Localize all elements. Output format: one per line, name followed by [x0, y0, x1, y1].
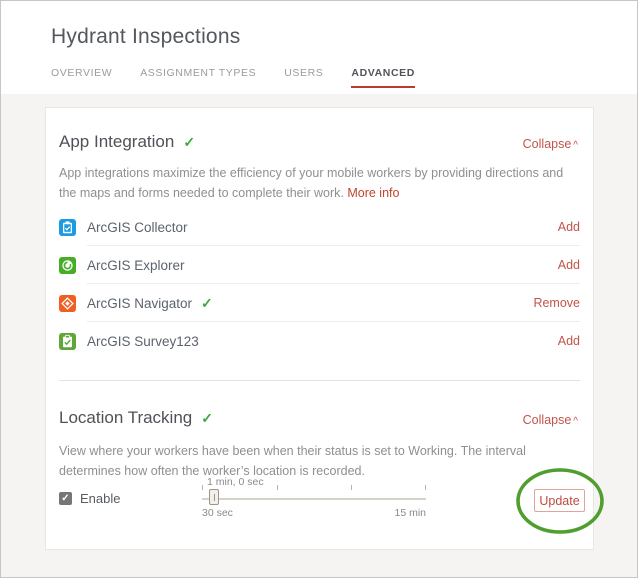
collector-icon: [59, 219, 76, 236]
add-link[interactable]: Add: [558, 258, 580, 272]
survey123-icon: [59, 333, 76, 350]
navigator-icon: [59, 295, 76, 312]
caret-up-icon: ^: [573, 416, 578, 427]
slider-tick: [277, 485, 278, 490]
location-tracking-title: Location Tracking: [59, 408, 192, 427]
more-info-link[interactable]: More info: [347, 186, 399, 200]
slider-value-label: 1 min, 0 sec: [207, 476, 264, 488]
update-button[interactable]: Update: [534, 489, 585, 512]
slider-max-label: 15 min: [394, 507, 426, 519]
caret-up-icon: ^: [573, 140, 578, 151]
slider-min-label: 30 sec: [202, 507, 233, 519]
description-text: App integrations maximize the efficiency…: [59, 166, 563, 200]
check-icon: ✓: [201, 410, 213, 426]
slider-track[interactable]: [202, 498, 426, 500]
app-integration-collapse-link[interactable]: Collapse^: [523, 137, 578, 151]
app-row-explorer: ArcGIS Explorer ✓ Add: [59, 246, 580, 284]
app-integration-description: App integrations maximize the efficiency…: [59, 163, 582, 203]
app-name: ArcGIS Navigator: [87, 296, 192, 311]
screenshot-frame: Hydrant Inspections OVERVIEW ASSIGNMENT …: [0, 0, 638, 578]
app-name: ArcGIS Survey123: [87, 334, 199, 349]
collapse-label: Collapse: [523, 413, 572, 427]
location-tracking-description: View where your workers have been when t…: [59, 441, 582, 481]
enable-checkbox[interactable]: ✓: [59, 492, 72, 505]
slider-tick: [425, 485, 426, 490]
add-link[interactable]: Add: [558, 220, 580, 234]
explorer-icon: [59, 257, 76, 274]
app-list: ArcGIS Collector ✓ Add ArcGIS Explorer ✓…: [59, 208, 580, 360]
page-title: Hydrant Inspections: [51, 25, 240, 49]
slider-tick: [202, 485, 203, 490]
app-row-navigator: ArcGIS Navigator ✓ Remove: [59, 284, 580, 322]
app-name: ArcGIS Collector: [87, 220, 188, 235]
remove-link[interactable]: Remove: [533, 296, 580, 310]
app-row-collector: ArcGIS Collector ✓ Add: [59, 208, 580, 246]
tab-overview[interactable]: OVERVIEW: [51, 67, 112, 88]
enable-label: Enable: [80, 491, 120, 506]
tab-bar: OVERVIEW ASSIGNMENT TYPES USERS ADVANCED: [51, 67, 415, 88]
app-name: ArcGIS Explorer: [87, 258, 185, 273]
settings-card: App Integration✓ Collapse^ App integrati…: [45, 107, 594, 550]
check-icon: ✓: [201, 295, 213, 312]
slider-tick: [351, 485, 352, 490]
app-row-survey123: ArcGIS Survey123 ✓ Add: [59, 322, 580, 360]
section-divider: [59, 380, 580, 381]
tab-advanced[interactable]: ADVANCED: [351, 67, 415, 88]
tab-users[interactable]: USERS: [284, 67, 323, 88]
collapse-label: Collapse: [523, 137, 572, 151]
location-tracking-collapse-link[interactable]: Collapse^: [523, 413, 578, 427]
check-icon: ✓: [183, 134, 195, 150]
checkbox-check-icon: ✓: [61, 493, 69, 504]
app-integration-title: App Integration: [59, 132, 174, 151]
location-tracking-heading: Location Tracking ✓: [59, 408, 213, 428]
app-integration-heading: App Integration ✓: [59, 132, 195, 152]
tab-assignment-types[interactable]: ASSIGNMENT TYPES: [140, 67, 256, 88]
slider-handle[interactable]: [209, 489, 219, 505]
interval-slider: 1 min, 0 sec 30 sec 15 min: [202, 476, 426, 524]
page-header: Hydrant Inspections OVERVIEW ASSIGNMENT …: [1, 1, 637, 94]
add-link[interactable]: Add: [558, 334, 580, 348]
